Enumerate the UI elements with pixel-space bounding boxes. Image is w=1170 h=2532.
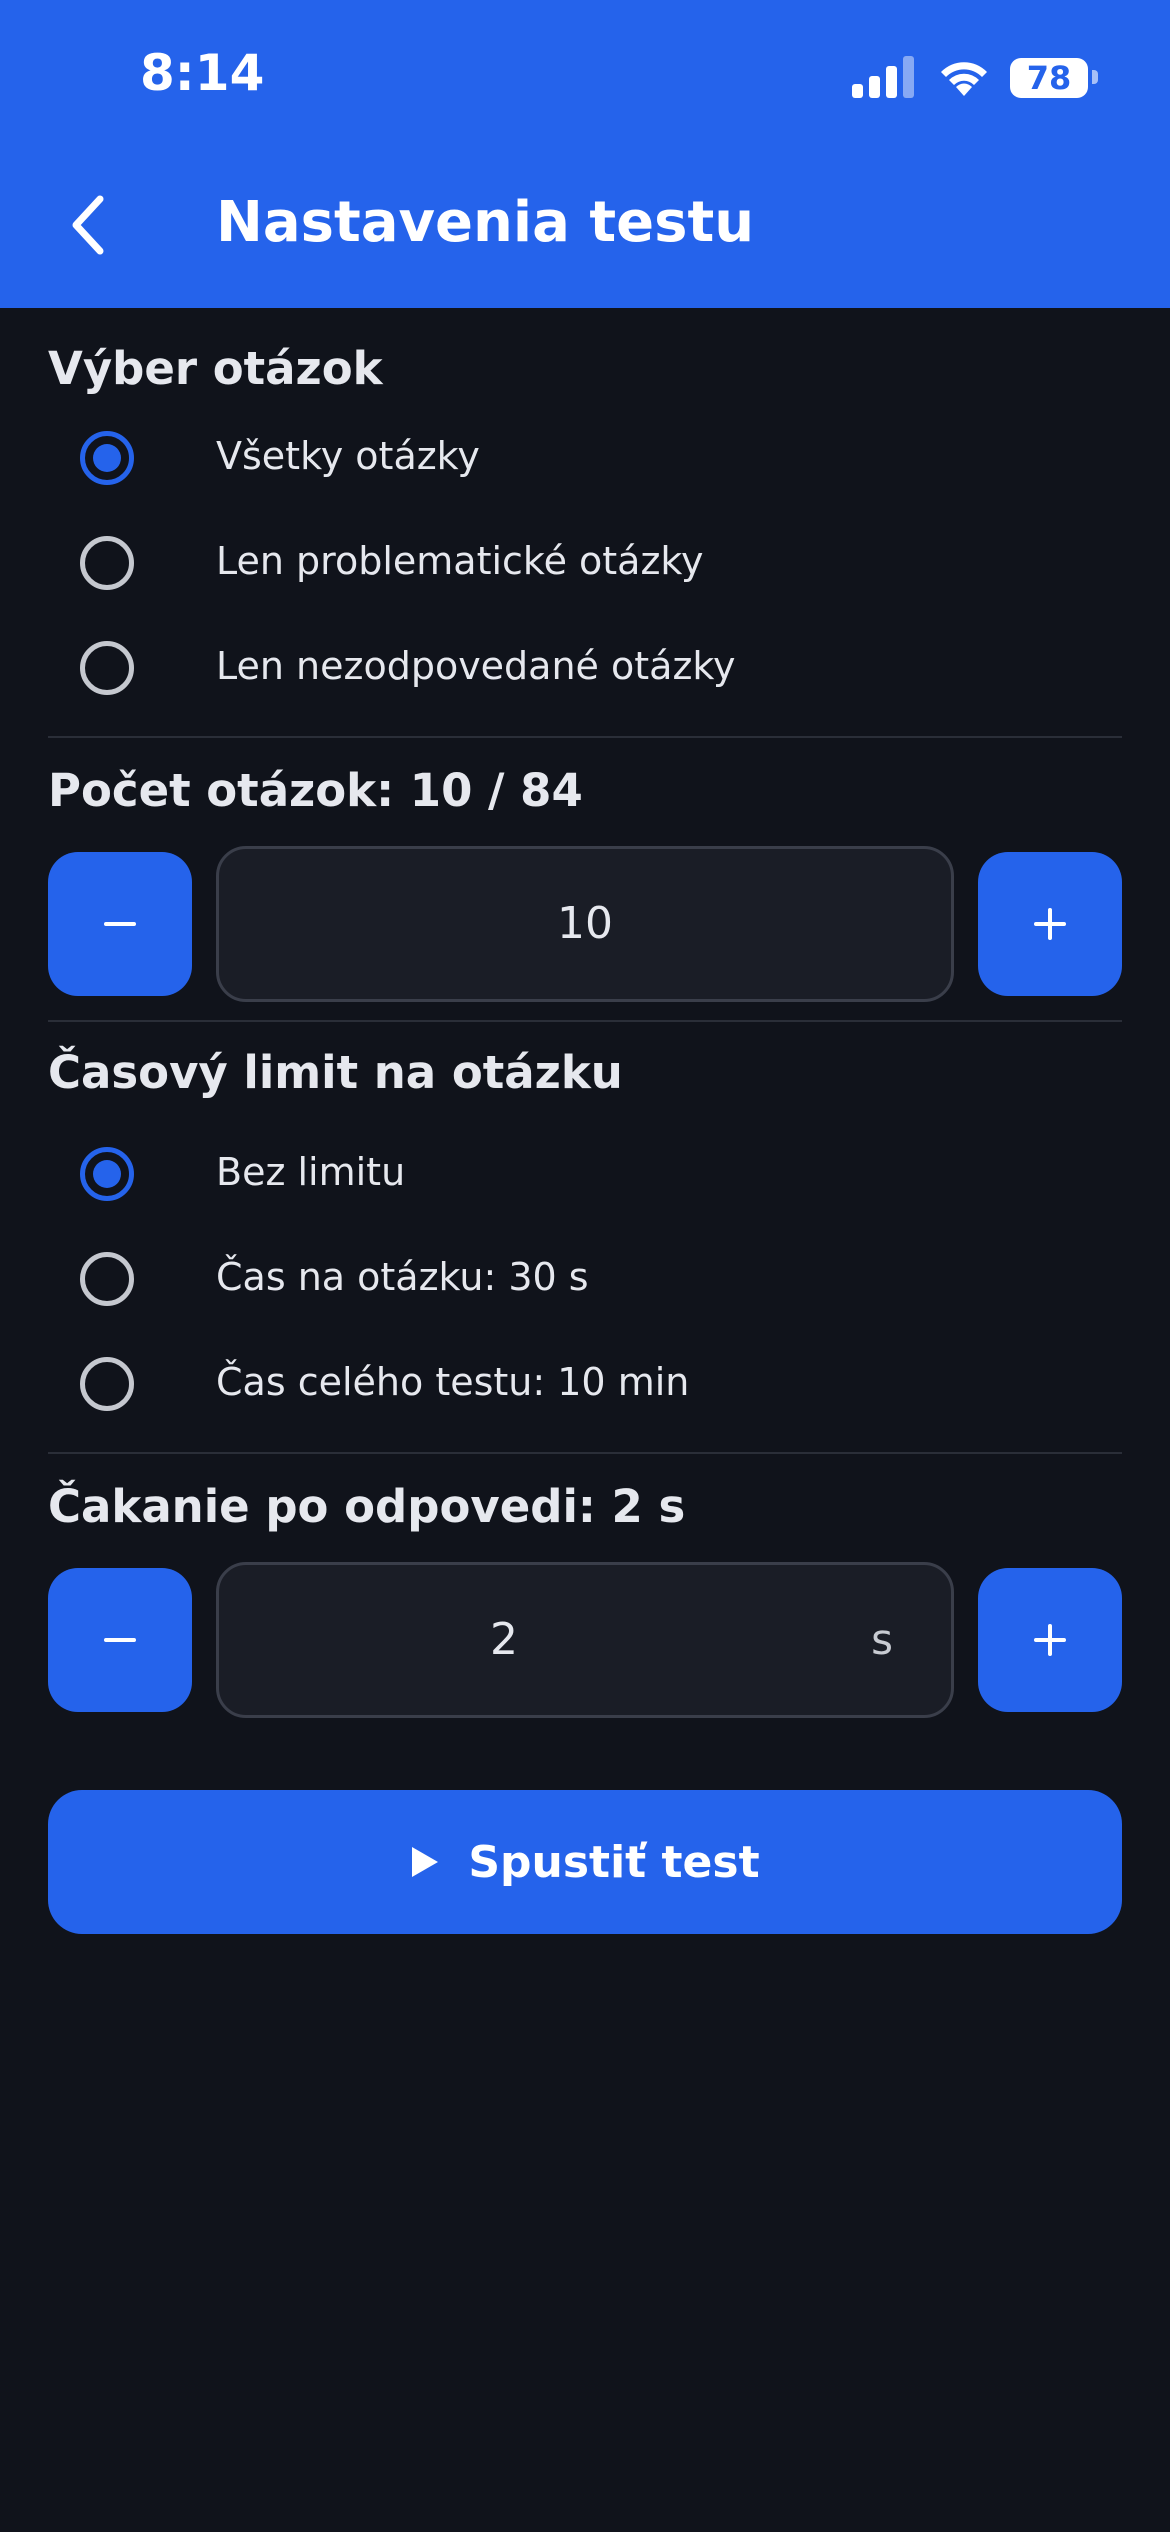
battery-icon: 78 (1010, 58, 1088, 98)
start-test-label: Spustiť test (468, 1836, 760, 1888)
radio-button[interactable] (80, 536, 134, 590)
answer-delay-title: Čakanie po odpovedi: 2 s (48, 1480, 686, 1533)
radio-whole-test-time[interactable]: Čas celého testu: 10 min (48, 1338, 1122, 1430)
play-icon (412, 1847, 439, 1877)
status-time: 8:14 (140, 44, 265, 102)
minus-icon (104, 1638, 136, 1642)
question-selection-title: Výber otázok (48, 342, 383, 395)
cellular-signal-icon (852, 56, 914, 98)
app-header: 8:14 78 Nastavenia testu (0, 0, 1170, 308)
chevron-left-icon (72, 195, 104, 255)
divider (48, 736, 1122, 738)
delay-unit: s (871, 1615, 893, 1664)
radio-button[interactable] (80, 1147, 134, 1201)
back-button[interactable] (48, 180, 128, 270)
minus-icon (104, 922, 136, 926)
radio-button[interactable] (80, 431, 134, 485)
divider (48, 1452, 1122, 1454)
start-test-button[interactable]: Spustiť test (48, 1790, 1122, 1934)
radio-all-questions[interactable]: Všetky otázky (48, 412, 1122, 504)
radio-label: Všetky otázky (216, 434, 480, 478)
increment-question-count-button[interactable] (978, 852, 1122, 996)
radio-button[interactable] (80, 641, 134, 695)
radio-label: Len nezodpovedané otázky (216, 644, 736, 688)
radio-label: Čas na otázku: 30 s (216, 1255, 589, 1299)
radio-button[interactable] (80, 1357, 134, 1411)
delay-value: 2 (490, 1614, 518, 1665)
decrement-question-count-button[interactable] (48, 852, 192, 996)
divider (48, 1020, 1122, 1022)
delay-field[interactable]: 2 s (216, 1562, 954, 1718)
radio-no-limit[interactable]: Bez limitu (48, 1128, 1122, 1220)
question-count-title: Počet otázok: 10 / 84 (48, 764, 583, 817)
battery-percent: 78 (1026, 59, 1072, 97)
radio-button[interactable] (80, 1252, 134, 1306)
time-limit-title: Časový limit na otázku (48, 1046, 623, 1099)
question-count-value: 10 (557, 898, 613, 949)
plus-icon (1034, 908, 1066, 940)
radio-label: Čas celého testu: 10 min (216, 1360, 690, 1404)
plus-icon (1034, 1624, 1066, 1656)
radio-label: Bez limitu (216, 1150, 406, 1194)
page-title: Nastavenia testu (216, 190, 755, 255)
battery-cap (1092, 70, 1098, 84)
radio-time-per-question[interactable]: Čas na otázku: 30 s (48, 1233, 1122, 1325)
radio-label: Len problematické otázky (216, 539, 704, 583)
radio-problematic-questions[interactable]: Len problematické otázky (48, 517, 1122, 609)
increment-delay-button[interactable] (978, 1568, 1122, 1712)
question-count-field[interactable]: 10 (216, 846, 954, 1002)
wifi-icon (941, 62, 987, 96)
radio-unanswered-questions[interactable]: Len nezodpovedané otázky (48, 622, 1122, 714)
